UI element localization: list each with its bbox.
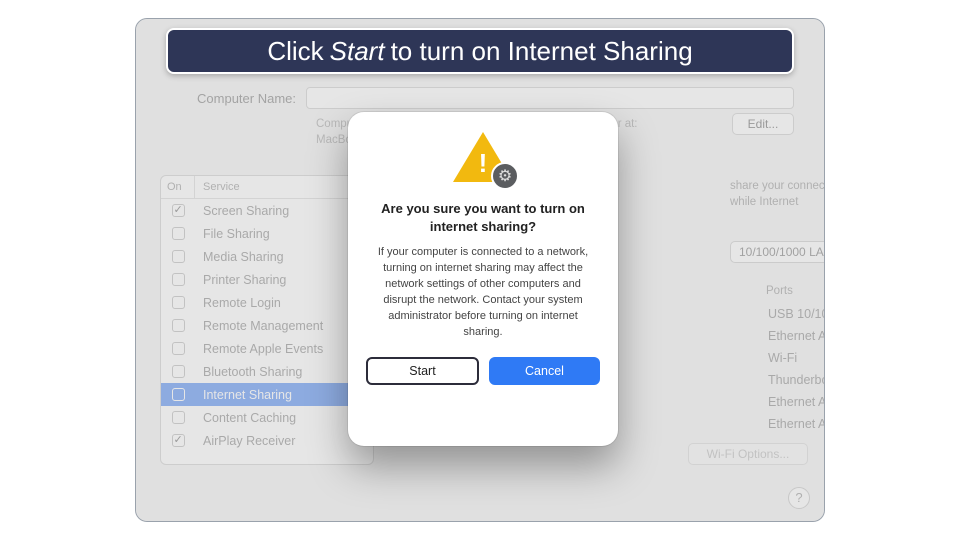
ports-header: Ports [766, 285, 793, 297]
services-header-on: On [161, 176, 195, 198]
dialog-title: Are you sure you want to turn on interne… [366, 200, 600, 235]
service-row[interactable]: Printer Sharing [161, 268, 373, 291]
service-row[interactable]: File Sharing [161, 222, 373, 245]
service-row[interactable]: Media Sharing [161, 245, 373, 268]
service-checkbox[interactable] [172, 434, 185, 447]
cancel-button[interactable]: Cancel [489, 357, 600, 385]
services-header: On Service [161, 176, 373, 199]
computer-name-label: Computer Name: [176, 91, 306, 106]
service-checkbox[interactable] [172, 296, 185, 309]
service-label: Remote Login [195, 296, 373, 310]
service-checkbox[interactable] [172, 365, 185, 378]
service-row[interactable]: Content Caching [161, 406, 373, 429]
service-checkbox[interactable] [172, 204, 185, 217]
service-label: Internet Sharing [195, 388, 373, 402]
service-checkbox[interactable] [172, 227, 185, 240]
confirm-dialog: ⚙ Are you sure you want to turn on inter… [348, 112, 618, 446]
service-row[interactable]: Remote Management [161, 314, 373, 337]
services-header-service: Service [195, 176, 373, 198]
service-label: File Sharing [195, 227, 373, 241]
service-label: Media Sharing [195, 250, 373, 264]
service-row[interactable]: Remote Apple Events [161, 337, 373, 360]
service-checkbox[interactable] [172, 250, 185, 263]
service-row[interactable]: Internet Sharing [161, 383, 373, 406]
computer-name-field[interactable] [306, 87, 794, 109]
edit-button[interactable]: Edit... [732, 113, 794, 135]
warning-icon: ⚙ [453, 132, 513, 186]
port-row[interactable]: Ethernet Adapter (en5) [732, 391, 825, 413]
service-label: Content Caching [195, 411, 373, 425]
port-row[interactable]: Ethernet Adapter (en6) [732, 413, 825, 435]
dialog-buttons: Start Cancel [366, 357, 600, 385]
wifi-options-button[interactable]: Wi-Fi Options... [688, 443, 808, 465]
dialog-body: If your computer is connected to a netwo… [366, 245, 600, 341]
service-label: Screen Sharing [195, 204, 373, 218]
port-row[interactable]: Wi-Fi [732, 347, 825, 369]
service-row[interactable]: Remote Login [161, 291, 373, 314]
start-button[interactable]: Start [366, 357, 479, 385]
service-label: Remote Management [195, 319, 373, 333]
service-checkbox[interactable] [172, 388, 185, 401]
service-checkbox[interactable] [172, 411, 185, 424]
port-row[interactable]: Thunderbolt Bridge [732, 369, 825, 391]
service-row[interactable]: Bluetooth Sharing [161, 360, 373, 383]
service-row[interactable]: Screen Sharing [161, 199, 373, 222]
ports-list: USB 10/100/1000 LANEthernet Adapter (en4… [732, 303, 825, 435]
sharing-description: share your connection to the won't sleep… [730, 179, 825, 210]
services-panel: On Service Screen Sharing File Sharing Med… [160, 175, 374, 465]
service-label: Printer Sharing [195, 273, 373, 287]
service-label: AirPlay Receiver [195, 434, 373, 448]
instruction-banner: Click Start to turn on Internet Sharing [166, 28, 794, 74]
share-from-select[interactable]: 10/100/1000 LAN ˄˅ [730, 241, 825, 263]
port-row[interactable]: USB 10/100/1000 LAN [732, 303, 825, 325]
help-button[interactable]: ? [788, 487, 810, 509]
service-checkbox[interactable] [172, 319, 185, 332]
service-label: Remote Apple Events [195, 342, 373, 356]
share-from-value: 10/100/1000 LAN [739, 245, 825, 259]
service-checkbox[interactable] [172, 342, 185, 355]
port-row[interactable]: Ethernet Adapter (en4) [732, 325, 825, 347]
gear-icon: ⚙ [491, 162, 519, 190]
service-row[interactable]: AirPlay Receiver [161, 429, 373, 452]
service-label: Bluetooth Sharing [195, 365, 373, 379]
service-checkbox[interactable] [172, 273, 185, 286]
